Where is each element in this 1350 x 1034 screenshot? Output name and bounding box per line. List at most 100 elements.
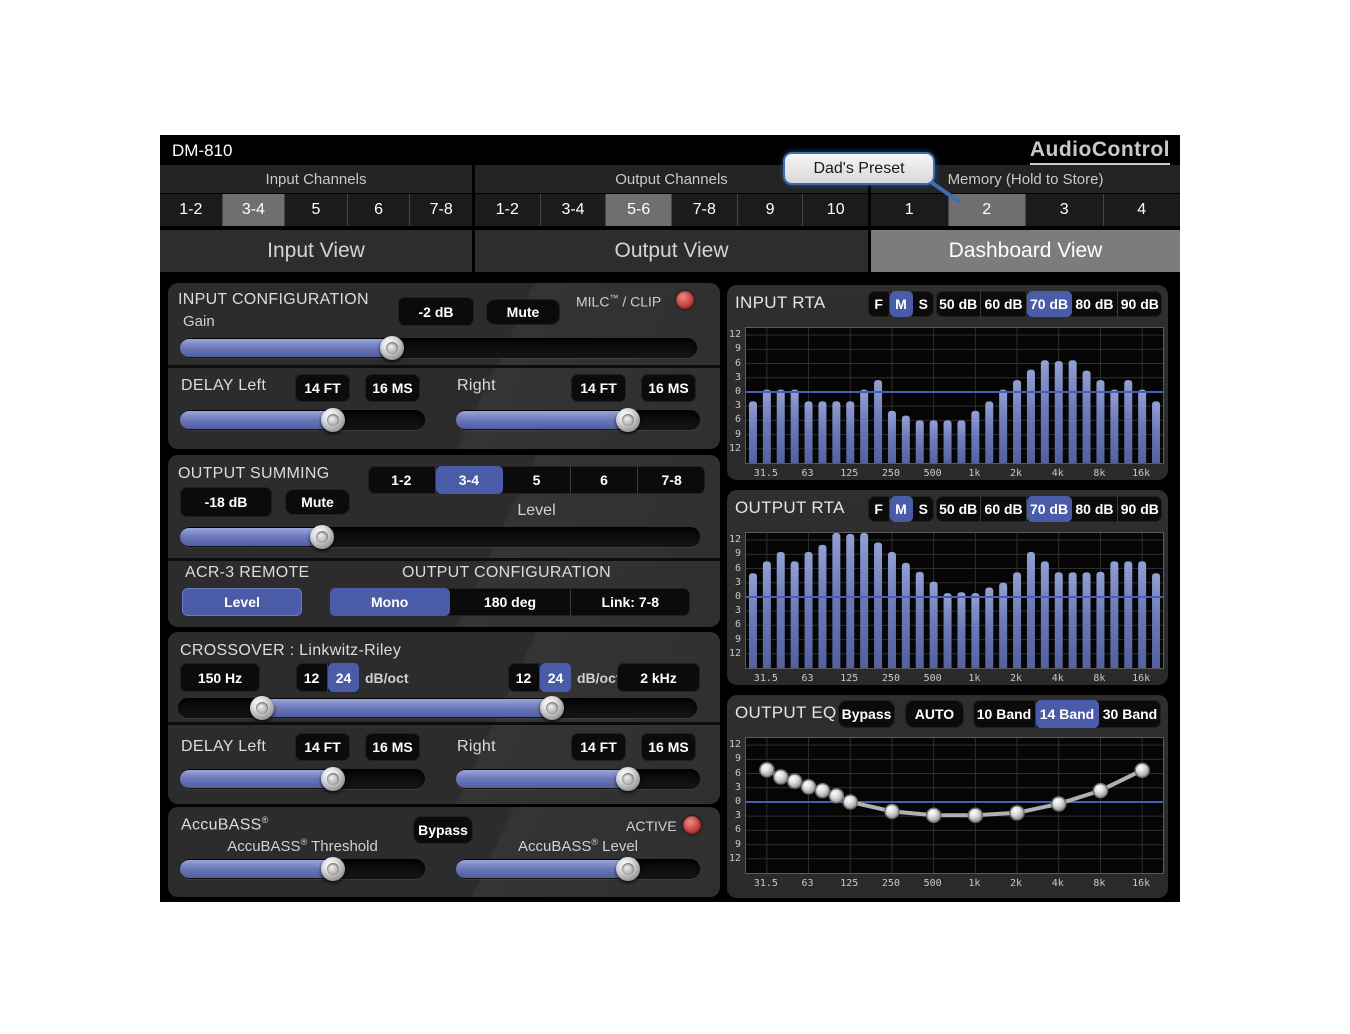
- delay2-left-ms-box[interactable]: 16 MS: [365, 733, 420, 761]
- summing-channel-7-8[interactable]: 7-8: [638, 466, 705, 494]
- input-channel-button-5[interactable]: 5: [285, 194, 348, 226]
- delay2-left-slider[interactable]: [180, 769, 425, 789]
- input-rta-fms-s[interactable]: S: [913, 291, 934, 317]
- input-channel-button-1-2[interactable]: 1-2: [160, 194, 223, 226]
- delay2-left-ft-box[interactable]: 14 FT: [295, 733, 350, 761]
- y-axis-tick: 0: [727, 591, 741, 602]
- x-axis-tick: 125: [829, 878, 869, 889]
- crossover-high-slope-24[interactable]: 24: [540, 663, 571, 692]
- acr-level-button[interactable]: Level: [182, 588, 302, 616]
- eq-band-10-band[interactable]: 10 Band: [973, 700, 1036, 728]
- tab-dashboard-view[interactable]: Dashboard View: [871, 230, 1180, 272]
- x-axis-tick: 4k: [1038, 878, 1078, 889]
- delay-right-ms-box[interactable]: 16 MS: [641, 374, 696, 402]
- summing-gain-box[interactable]: -18 dB: [180, 487, 272, 517]
- x-axis-tick: 500: [913, 878, 953, 889]
- output-rta-fms-s[interactable]: S: [913, 496, 934, 522]
- accubass-active-led: [683, 816, 701, 834]
- input-rta-db-90-db[interactable]: 90 dB: [1118, 291, 1162, 317]
- output-config-link-7-8[interactable]: Link: 7-8: [571, 588, 690, 616]
- output-rta-db-60-db[interactable]: 60 dB: [981, 496, 1026, 522]
- output-channel-buttons: 1-23-45-67-8910: [475, 194, 868, 226]
- input-channel-button-3-4[interactable]: 3-4: [223, 194, 286, 226]
- eq-bypass-button[interactable]: Bypass: [838, 700, 895, 728]
- gain-slider[interactable]: [180, 338, 697, 358]
- delay2-left-slider-knob[interactable]: [321, 767, 345, 791]
- input-channel-button-6[interactable]: 6: [348, 194, 411, 226]
- delay-left-ft-box[interactable]: 14 FT: [295, 374, 350, 402]
- gain-value-box[interactable]: -2 dB: [398, 297, 474, 326]
- summing-channel-6[interactable]: 6: [571, 466, 639, 494]
- summing-level-slider-knob[interactable]: [310, 525, 334, 549]
- y-axis-tick: 12: [727, 534, 741, 545]
- output-channel-button-7-8[interactable]: 7-8: [672, 194, 738, 226]
- delay-right-ft-box[interactable]: 14 FT: [571, 374, 626, 402]
- window-title: DM-810: [172, 141, 232, 161]
- output-channel-button-9[interactable]: 9: [738, 194, 804, 226]
- y-axis-tick: 9: [727, 839, 741, 850]
- summing-mute-button[interactable]: Mute: [285, 489, 350, 515]
- delay2-right-ft-box[interactable]: 14 FT: [571, 733, 626, 761]
- tab-input-view[interactable]: Input View: [160, 230, 472, 272]
- x-axis-tick: 125: [829, 468, 869, 479]
- input-rta-db-50-db[interactable]: 50 dB: [936, 291, 981, 317]
- input-rta-db-70-db[interactable]: 70 dB: [1027, 291, 1072, 317]
- crossover-range-slider-low-knob[interactable]: [250, 696, 274, 720]
- delay-right-slider[interactable]: [456, 410, 700, 430]
- input-channel-button-7-8[interactable]: 7-8: [410, 194, 472, 226]
- output-config-mono[interactable]: Mono: [330, 588, 450, 616]
- summing-level-slider[interactable]: [180, 527, 700, 547]
- crossover-range-slider-high-knob[interactable]: [540, 696, 564, 720]
- delay-left-ms-box[interactable]: 16 MS: [365, 374, 420, 402]
- crossover-range-slider[interactable]: [178, 698, 697, 718]
- tab-output-view[interactable]: Output View: [475, 230, 868, 272]
- output-rta-fms-f[interactable]: F: [868, 496, 890, 522]
- output-rta-db-90-db[interactable]: 90 dB: [1118, 496, 1162, 522]
- crossover-high-slope-12[interactable]: 12: [508, 663, 540, 692]
- accubass-threshold-slider[interactable]: [180, 859, 425, 879]
- summing-channel-1-2[interactable]: 1-2: [368, 466, 436, 494]
- crossover-low-slope-24[interactable]: 24: [328, 663, 359, 692]
- gain-slider-knob[interactable]: [380, 336, 404, 360]
- input-mute-button[interactable]: Mute: [486, 299, 560, 325]
- crossover-low-freq-box[interactable]: 150 Hz: [180, 663, 260, 692]
- accubass-threshold-slider-knob[interactable]: [321, 857, 345, 881]
- delay-left-slider-knob[interactable]: [321, 408, 345, 432]
- accubass-level-slider[interactable]: [456, 859, 700, 879]
- output-channel-button-5-6[interactable]: 5-6: [606, 194, 672, 226]
- delay-right-slider-knob[interactable]: [616, 408, 640, 432]
- output-config-180-deg[interactable]: 180 deg: [450, 588, 570, 616]
- delay-left-slider[interactable]: [180, 410, 425, 430]
- x-axis-tick: 31.5: [746, 673, 786, 684]
- output-rta-db-80-db[interactable]: 80 dB: [1072, 496, 1117, 522]
- input-rta-chart: 1296303691231.5631252505001k2k4k8k16k: [727, 327, 1168, 487]
- eq-band-14-band[interactable]: 14 Band: [1036, 700, 1099, 728]
- crossover-high-freq-box[interactable]: 2 kHz: [617, 663, 700, 692]
- output-channel-button-3-4[interactable]: 3-4: [541, 194, 607, 226]
- memory-channel-button-4[interactable]: 4: [1104, 194, 1181, 226]
- eq-auto-button[interactable]: AUTO: [905, 700, 964, 728]
- output-channel-button-1-2[interactable]: 1-2: [475, 194, 541, 226]
- input-rta-db-60-db[interactable]: 60 dB: [981, 291, 1026, 317]
- preset-name-callout[interactable]: Dad's Preset: [783, 152, 935, 185]
- input-rta-db-80-db[interactable]: 80 dB: [1072, 291, 1117, 317]
- output-rta-db-50-db[interactable]: 50 dB: [936, 496, 981, 522]
- y-axis-tick: 6: [727, 414, 741, 425]
- delay2-right-ms-box[interactable]: 16 MS: [641, 733, 696, 761]
- delay2-right-slider-knob[interactable]: [616, 767, 640, 791]
- summing-channel-5[interactable]: 5: [503, 466, 571, 494]
- input-rta-fms-m[interactable]: M: [890, 291, 912, 317]
- input-rta-fms-f[interactable]: F: [868, 291, 890, 317]
- y-axis-tick: 12: [727, 853, 741, 864]
- summing-channel-3-4[interactable]: 3-4: [436, 466, 504, 494]
- output-rta-db-70-db[interactable]: 70 dB: [1027, 496, 1072, 522]
- crossover-low-slope-12[interactable]: 12: [296, 663, 328, 692]
- delay2-right-slider[interactable]: [456, 769, 700, 789]
- output-rta-fms-m[interactable]: M: [890, 496, 912, 522]
- output-channel-button-10[interactable]: 10: [803, 194, 868, 226]
- memory-channel-button-3[interactable]: 3: [1026, 194, 1104, 226]
- accubass-level-slider-knob[interactable]: [616, 857, 640, 881]
- crossover-low-slope-selector: 1224: [296, 663, 359, 692]
- eq-band-30-band[interactable]: 30 Band: [1099, 700, 1161, 728]
- memory-buttons: 1234: [871, 194, 1180, 226]
